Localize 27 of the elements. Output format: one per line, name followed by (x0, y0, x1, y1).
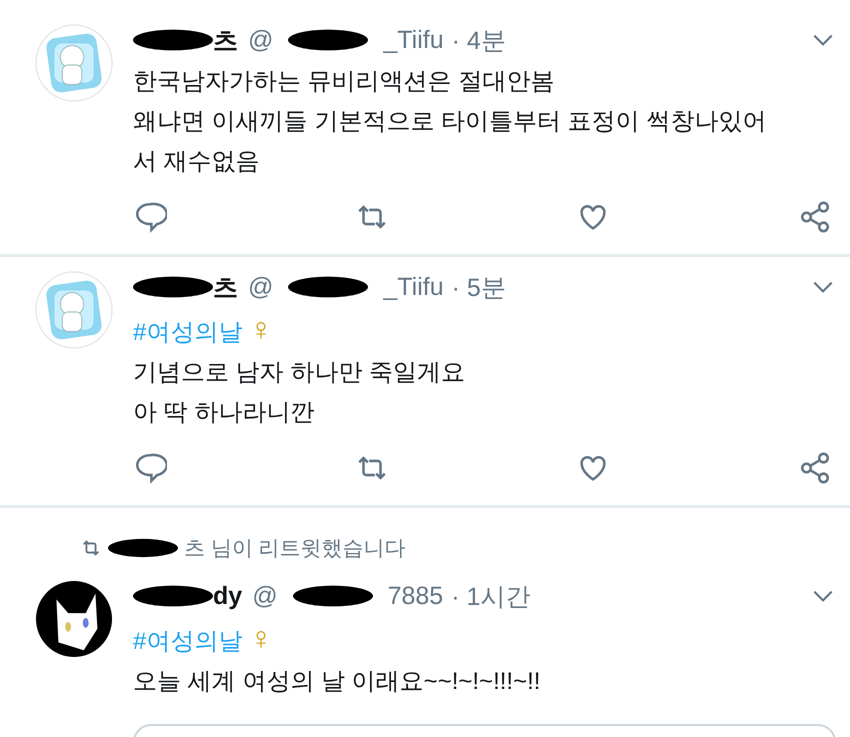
venus-symbol: ♀ (249, 620, 274, 656)
venus-symbol: ♀ (249, 311, 274, 347)
tweet-row[interactable]: 츠 님이 리트윗했습니다 dy @ 7885 · 1시간 #여성의날 ♀ 오늘 세계 여성의 날 이래요~~!~!~!!!~!! (0, 534, 850, 737)
handle-suffix: _Tiifu (383, 272, 444, 302)
tweet-row[interactable]: 츠 @ _Tiifu · 5분 #여성의날 ♀ 기념으로 남자 하나만 죽일게요 아 딱 하나라니깐 (0, 265, 850, 508)
tweet-text: 왜냐면 이새끼들 기본적으로 타이틀부터 표정이 썩창나있어 (133, 107, 768, 137)
tweet-row[interactable]: 츠 @ _Tiifu · 4분 한국남자가하는 뮤비리액션은 절대안봄 왜냐면 이새끼들 기본적으로 타이틀부터 표정이 썩창나있어 서 재수없음 (0, 18, 850, 257)
tweet-text: 서 재수없음 (133, 147, 261, 177)
author-name: 츠 (213, 26, 238, 56)
tweet-text: 한국남자가하는 뮤비리액션은 절대안봄 (133, 67, 556, 97)
handle-prefix: @ (248, 26, 274, 54)
tweet-text: 기념으로 남자 하나만 죽일게요 (133, 358, 466, 388)
author-name: 츠 (213, 272, 238, 304)
timestamp: · 5분 (452, 272, 506, 304)
retweet-label: 츠 님이 리트윗했습니다 (184, 536, 406, 562)
handle-prefix: @ (248, 272, 274, 302)
tweet-text: 오늘 세계 여성의 날 이래요~~!~!~!!!~!! (133, 667, 542, 697)
redaction-mark (108, 536, 178, 560)
handle-prefix: @ (252, 582, 278, 610)
reply-icon[interactable] (133, 451, 167, 485)
reply-icon[interactable] (133, 200, 167, 234)
handle-suffix: _Tiifu (383, 26, 444, 54)
handle-suffix: 7885 (388, 582, 444, 610)
timestamp: · 1시간 (451, 582, 530, 612)
timestamp: · 4분 (452, 26, 506, 56)
tweet-text: 아 딱 하나라니깐 (133, 398, 316, 428)
author-name: dy (213, 582, 242, 610)
